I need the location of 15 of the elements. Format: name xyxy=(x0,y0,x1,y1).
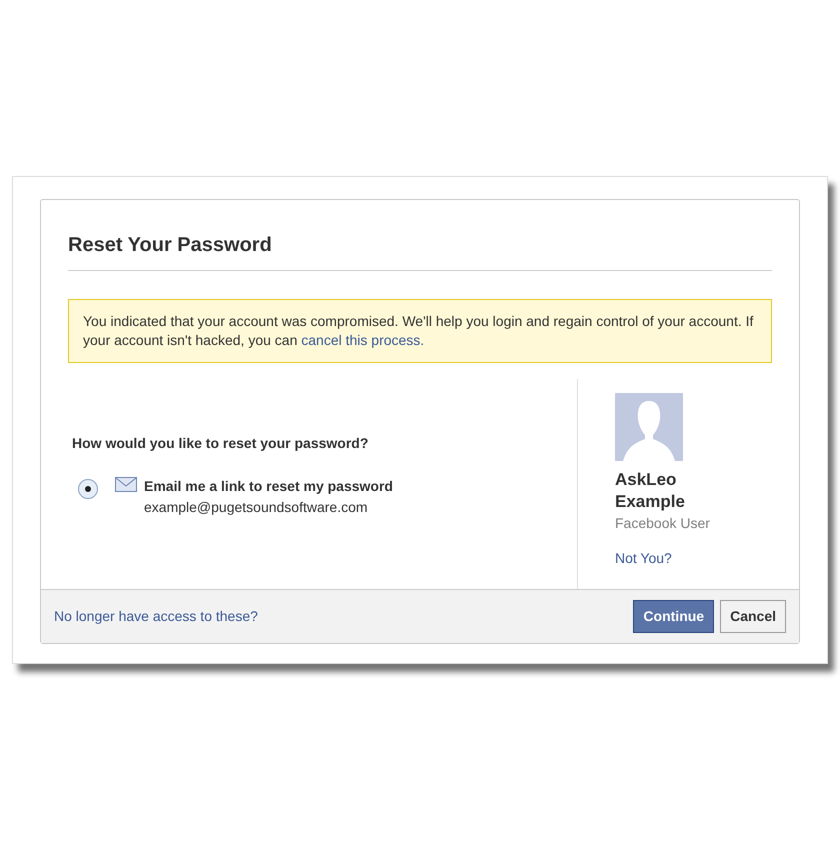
not-you-link[interactable]: Not You? xyxy=(615,548,772,569)
no-access-link[interactable]: No longer have access to these? xyxy=(54,606,258,627)
profile-name: AskLeo Example xyxy=(615,469,686,513)
cancel-link[interactable]: cancel this process. xyxy=(301,332,424,348)
notice-text: You indicated that your account was compromised. We'll help you login and regain control of your account. If your account isn't hacked, you can cancel this process. xyxy=(68,299,772,363)
avatar-silhouette-icon xyxy=(615,393,683,461)
option-email: example@pugetsoundsoftware.com xyxy=(144,498,369,517)
continue-button[interactable]: Continue xyxy=(633,600,714,633)
envelope-icon xyxy=(115,477,137,492)
dialog-title: Reset Your Password xyxy=(68,230,772,271)
profile-subtitle: Facebook User xyxy=(615,514,711,533)
question-text: How would you like to reset your password? xyxy=(72,434,370,453)
option-label: Email me a link to reset my password xyxy=(144,477,393,496)
radio-button[interactable] xyxy=(78,479,98,499)
cancel-button[interactable]: Cancel xyxy=(720,600,786,633)
